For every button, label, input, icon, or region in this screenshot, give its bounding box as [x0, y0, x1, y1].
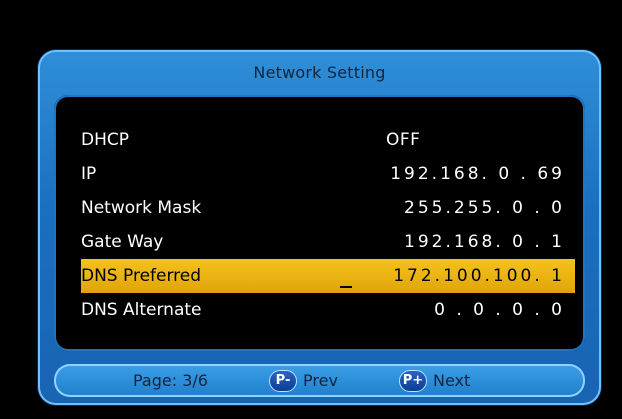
setting-row-ip[interactable]: IP 192.168. 0 . 69 — [81, 157, 575, 191]
settings-panel: DHCP OFF IP 192.168. 0 . 69 Network Mask… — [54, 95, 585, 351]
setting-label: Gate Way — [81, 232, 164, 252]
setting-label: Network Mask — [81, 198, 202, 218]
setting-row-dns-alternate[interactable]: DNS Alternate 0 . 0 . 0 . 0 — [81, 293, 575, 327]
edit-cursor — [340, 286, 352, 288]
next-label: Next — [433, 371, 471, 390]
setting-label: DHCP — [81, 130, 129, 150]
setting-row-dns-preferred[interactable]: DNS Preferred 172.100.100. 1 — [81, 259, 575, 293]
setting-value: 0 . 0 . 0 . 0 — [434, 300, 565, 320]
setting-value: OFF — [386, 130, 421, 150]
next-page-button[interactable]: P+ Next — [399, 364, 470, 397]
setting-row-gate-way[interactable]: Gate Way 192.168. 0 . 1 — [81, 225, 575, 259]
setting-value: 255.255. 0 . 0 — [404, 198, 565, 218]
prev-label: Prev — [303, 371, 338, 390]
setting-row-dhcp[interactable]: DHCP OFF — [81, 123, 575, 157]
network-setting-dialog: Network Setting DHCP OFF IP 192.168. 0 .… — [38, 50, 601, 405]
setting-row-network-mask[interactable]: Network Mask 255.255. 0 . 0 — [81, 191, 575, 225]
setting-label: IP — [81, 164, 97, 184]
setting-value: 192.168. 0 . 69 — [390, 164, 565, 184]
setting-value: 192.168. 0 . 1 — [404, 232, 565, 252]
setting-value[interactable]: 172.100.100. 1 — [393, 259, 565, 293]
setting-label: DNS Alternate — [81, 300, 202, 320]
screen: Network Setting DHCP OFF IP 192.168. 0 .… — [0, 0, 622, 419]
p-minus-icon: P- — [269, 369, 297, 392]
prev-page-button[interactable]: P- Prev — [269, 364, 338, 397]
setting-label: DNS Preferred — [81, 266, 202, 286]
p-plus-icon: P+ — [399, 369, 427, 392]
footer-bar: Page: 3/6 P- Prev P+ Next — [54, 364, 585, 397]
dialog-title: Network Setting — [253, 62, 386, 82]
page-indicator: Page: 3/6 — [133, 371, 208, 390]
